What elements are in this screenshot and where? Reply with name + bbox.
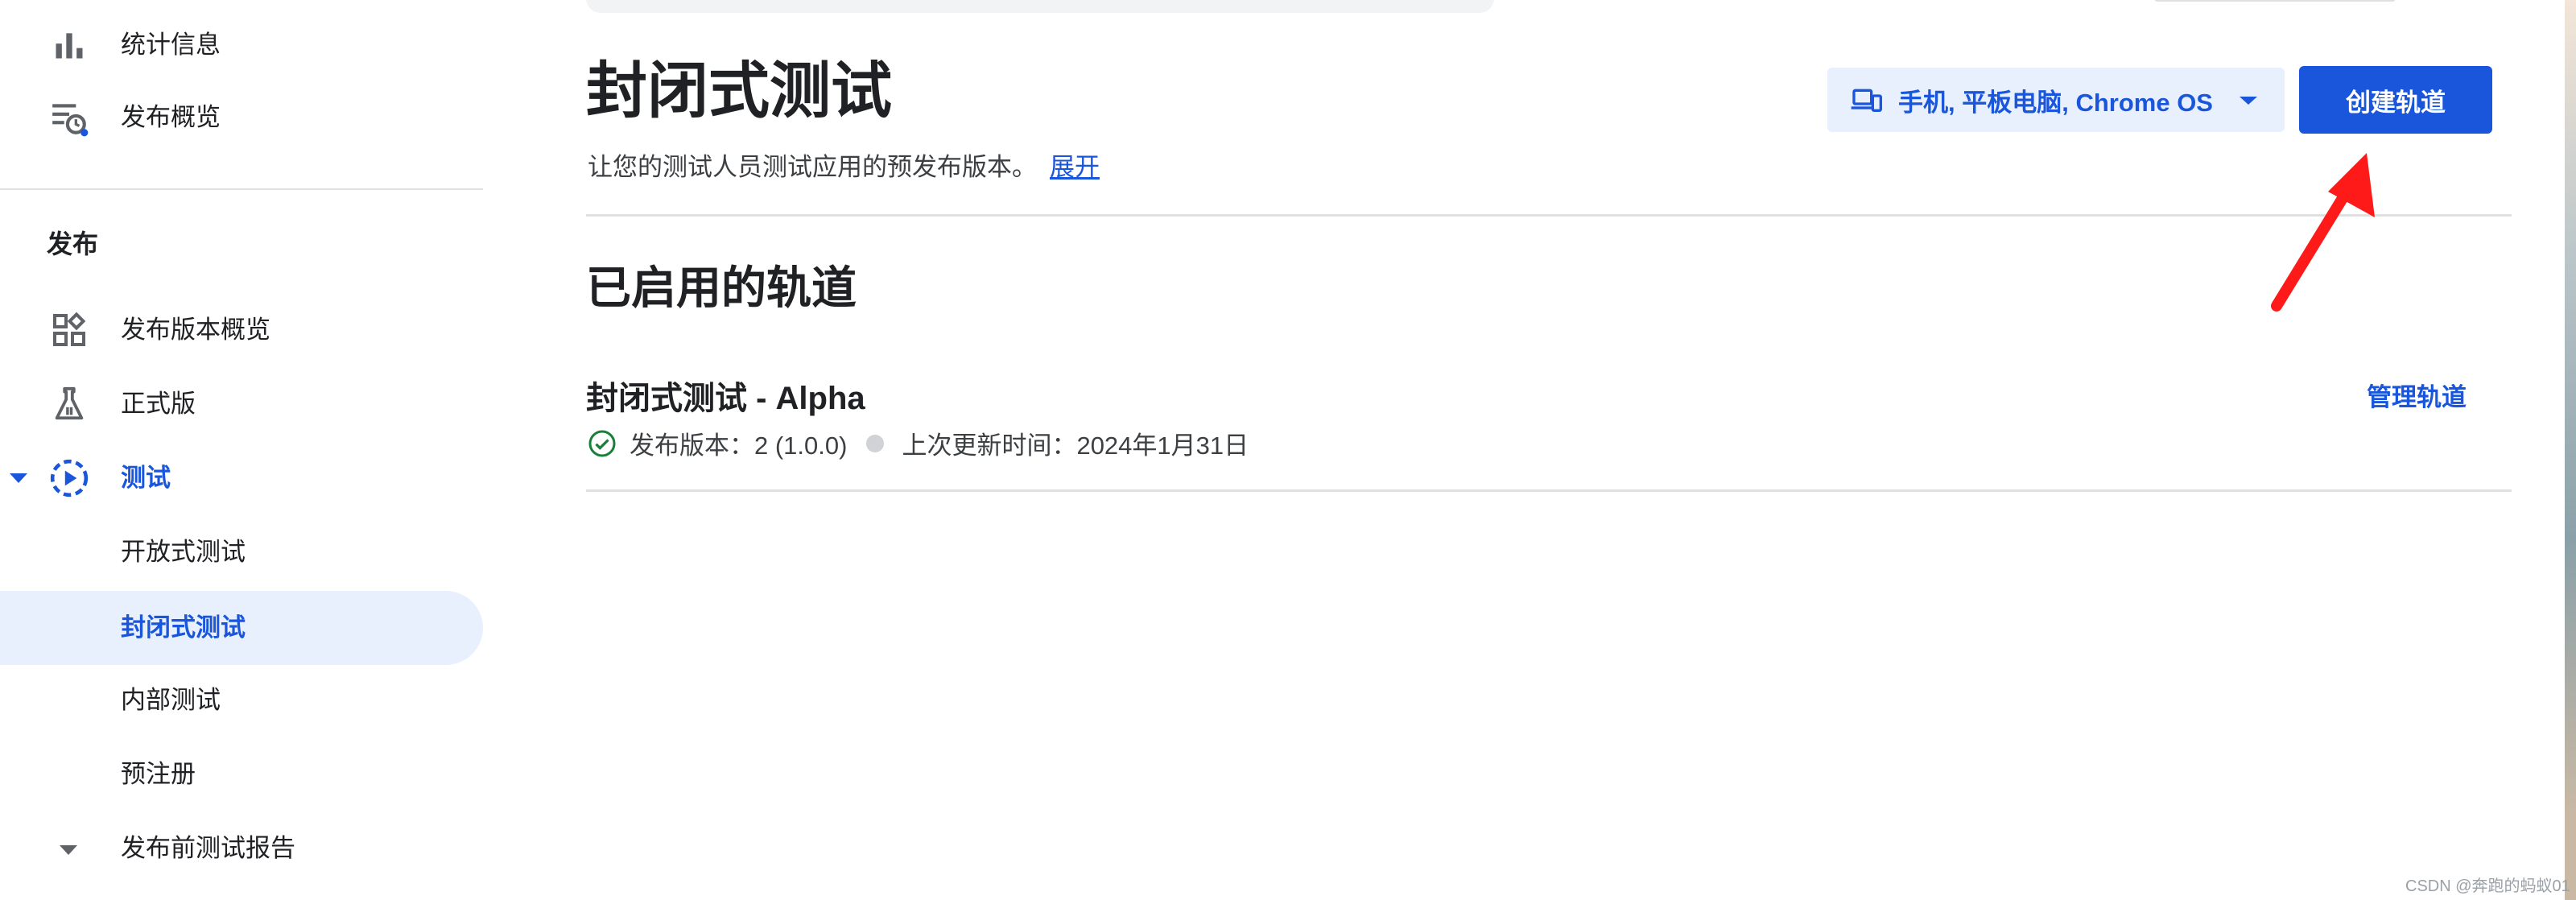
sidebar-item-label: 发布概览 xyxy=(121,103,221,131)
sidebar-item-internal-testing[interactable]: 内部测试 xyxy=(0,663,483,737)
track-updated: 上次更新时间：2024年1月31日 xyxy=(902,431,1249,460)
sidebar: 统计信息 发布概览 发布 发布版本概览 正式版 测试 开放式测试 封闭式测试 内… xyxy=(0,0,483,900)
sidebar-item-label: 正式版 xyxy=(121,390,196,418)
page-subtitle: 让您的测试人员测试应用的预发布版本。 展开 xyxy=(588,147,1100,183)
sidebar-item-testing[interactable]: 测试 xyxy=(0,441,483,515)
sidebar-item-open-testing[interactable]: 开放式测试 xyxy=(0,515,483,589)
annotation-arrow-icon xyxy=(2271,153,2375,312)
separator-dot xyxy=(866,434,885,452)
expand-link[interactable]: 展开 xyxy=(1050,153,1100,181)
top-control xyxy=(2154,0,2396,2)
sidebar-item-label: 统计信息 xyxy=(121,31,221,59)
sidebar-item-label: 内部测试 xyxy=(121,686,221,714)
subtitle-text: 让您的测试人员测试应用的预发布版本。 xyxy=(588,153,1037,181)
search-bar[interactable] xyxy=(586,0,1494,13)
devices-icon xyxy=(1850,84,1882,120)
release-overview-icon xyxy=(48,97,90,138)
background-window-edge xyxy=(2565,0,2576,900)
sidebar-item-production[interactable]: 正式版 xyxy=(0,367,483,441)
sidebar-item-label: 发布前测试报告 xyxy=(121,834,295,862)
track-release: 发布版本：2 (1.0.0) xyxy=(630,431,848,460)
divider xyxy=(586,214,2512,217)
sidebar-item-label: 封闭式测试 xyxy=(121,613,246,642)
create-track-button[interactable]: 创建轨道 xyxy=(2299,66,2492,134)
production-icon xyxy=(48,383,90,425)
bar-chart-icon xyxy=(48,24,90,66)
testing-icon xyxy=(48,457,90,499)
section-heading: 已启用的轨道 xyxy=(586,262,857,313)
chevron-down-icon xyxy=(60,845,77,855)
manage-track-link[interactable]: 管理轨道 xyxy=(2367,377,2467,413)
sidebar-item-pre-registration[interactable]: 预注册 xyxy=(0,737,483,811)
chevron-down-icon xyxy=(2240,97,2257,105)
dashboard-icon xyxy=(48,309,90,351)
sidebar-item-release-dashboard[interactable]: 发布版本概览 xyxy=(0,293,483,367)
page-title: 封闭式测试 xyxy=(586,57,892,126)
device-selector-label: 手机, 平板电脑, Chrome OS xyxy=(1898,88,2213,117)
device-selector[interactable]: 手机, 平板电脑, Chrome OS xyxy=(1827,68,2285,132)
sidebar-item-label: 发布版本概览 xyxy=(121,316,270,344)
sidebar-item-label: 测试 xyxy=(121,464,171,492)
check-circle-icon xyxy=(588,429,617,458)
sidebar-item-pre-launch-report[interactable]: 发布前测试报告 xyxy=(0,811,483,886)
watermark: CSDN @奔跑的蚂蚁01 xyxy=(2405,877,2570,895)
sidebar-item-statistics[interactable]: 统计信息 xyxy=(0,8,483,82)
divider xyxy=(586,489,2512,492)
track-meta: 发布版本：2 (1.0.0) 上次更新时间：2024年1月31日 xyxy=(588,425,1249,461)
main-content: 封闭式测试 让您的测试人员测试应用的预发布版本。 展开 手机, 平板电脑, Chr… xyxy=(483,0,2576,900)
sidebar-section-title: 发布 xyxy=(47,229,99,258)
sidebar-item-release-overview[interactable]: 发布概览 xyxy=(0,81,483,155)
chevron-down-icon xyxy=(10,473,27,483)
sidebar-item-closed-testing[interactable]: 封闭式测试 xyxy=(0,591,483,665)
sidebar-divider xyxy=(0,188,483,190)
sidebar-item-label: 开放式测试 xyxy=(121,538,246,566)
sidebar-item-label: 预注册 xyxy=(121,760,196,788)
track-name: 封闭式测试 - Alpha xyxy=(586,381,865,416)
